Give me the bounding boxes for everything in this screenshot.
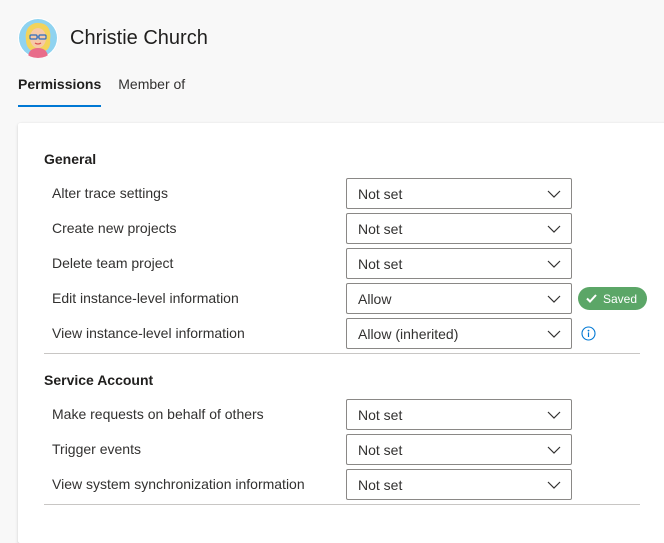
chevron-down-icon — [547, 411, 561, 419]
permission-label: Create new projects — [52, 220, 177, 236]
chevron-down-icon — [547, 260, 561, 268]
permission-dropdown[interactable]: Allow — [346, 283, 572, 314]
chevron-down-icon — [547, 481, 561, 489]
chevron-down-icon — [547, 446, 561, 454]
user-header: Christie Church — [18, 18, 208, 58]
user-name: Christie Church — [70, 26, 208, 49]
avatar — [18, 18, 58, 58]
permission-dropdown[interactable]: Not set — [346, 399, 572, 430]
permission-value: Allow (inherited) — [358, 326, 459, 342]
permission-dropdown[interactable]: Not set — [346, 434, 572, 465]
permission-label: View system synchronization information — [52, 476, 305, 492]
permission-dropdown[interactable]: Not set — [346, 178, 572, 209]
permission-value: Allow — [358, 291, 392, 307]
permission-label: Alter trace settings — [52, 185, 168, 201]
permission-dropdown[interactable]: Not set — [346, 469, 572, 500]
tab-permissions[interactable]: Permissions — [18, 66, 102, 107]
checkmark-icon — [586, 294, 597, 303]
permission-dropdown[interactable]: Not set — [346, 248, 572, 279]
permission-label: Edit instance-level information — [52, 290, 239, 306]
permission-row: Alter trace settings Not set — [52, 178, 662, 209]
saved-status-text: Saved — [603, 291, 638, 306]
chevron-down-icon — [547, 330, 561, 338]
permission-value: Not set — [358, 442, 403, 458]
chevron-down-icon — [547, 190, 561, 198]
permissions-panel: General Alter trace settings Not set Cre… — [18, 123, 664, 543]
permission-dropdown[interactable]: Not set — [346, 213, 572, 244]
permission-row: View instance-level information Allow (i… — [52, 318, 662, 349]
permission-row: View system synchronization information … — [52, 469, 662, 500]
permission-label: Make requests on behalf of others — [52, 406, 264, 422]
permission-row: Edit instance-level information Allow Sa… — [52, 283, 662, 314]
permission-row: Make requests on behalf of others Not se… — [52, 399, 662, 430]
section-title-service-account: Service Account — [44, 372, 154, 388]
tab-bar: Permissions Member of — [18, 66, 202, 108]
permission-label: View instance-level information — [52, 325, 245, 341]
section-divider — [44, 504, 640, 505]
chevron-down-icon — [547, 295, 561, 303]
permission-value: Not set — [358, 407, 403, 423]
permission-value: Not set — [358, 186, 403, 202]
section-title-general: General — [44, 151, 97, 167]
permission-label: Delete team project — [52, 255, 174, 271]
tab-member-of[interactable]: Member of — [118, 66, 185, 107]
permission-value: Not set — [358, 477, 403, 493]
permission-value: Not set — [358, 256, 403, 272]
permission-row: Create new projects Not set — [52, 213, 662, 244]
info-icon[interactable] — [581, 326, 596, 341]
saved-status-badge: Saved — [578, 287, 647, 310]
permission-label: Trigger events — [52, 441, 141, 457]
permission-row: Delete team project Not set — [52, 248, 662, 279]
permission-dropdown[interactable]: Allow (inherited) — [346, 318, 572, 349]
permission-value: Not set — [358, 221, 403, 237]
section-divider — [44, 353, 640, 354]
chevron-down-icon — [547, 225, 561, 233]
permission-row: Trigger events Not set — [52, 434, 662, 465]
